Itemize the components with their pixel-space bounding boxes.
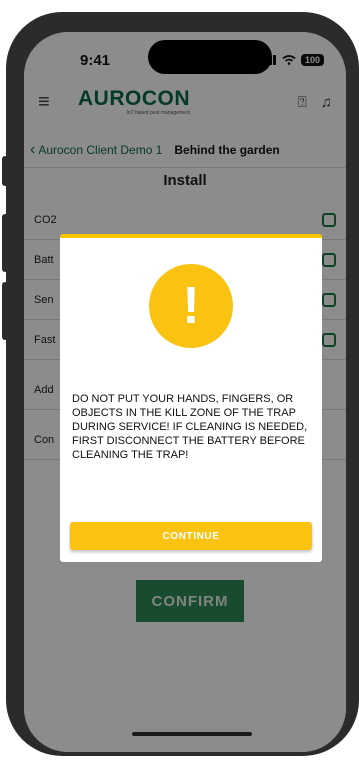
- screen: 9:41 100 ≡ AUROCON IoT based pest manage…: [24, 32, 346, 752]
- phone-frame: 9:41 100 ≡ AUROCON IoT based pest manage…: [6, 12, 359, 756]
- continue-button[interactable]: CONTINUE: [70, 522, 312, 550]
- dynamic-island: [148, 40, 272, 74]
- warning-icon: !: [149, 264, 233, 348]
- home-indicator[interactable]: [132, 732, 252, 736]
- warning-dialog: ! DO NOT PUT YOUR HANDS, FINGERS, OR OBJ…: [60, 234, 322, 562]
- warning-message: DO NOT PUT YOUR HANDS, FINGERS, OR OBJEC…: [72, 393, 308, 461]
